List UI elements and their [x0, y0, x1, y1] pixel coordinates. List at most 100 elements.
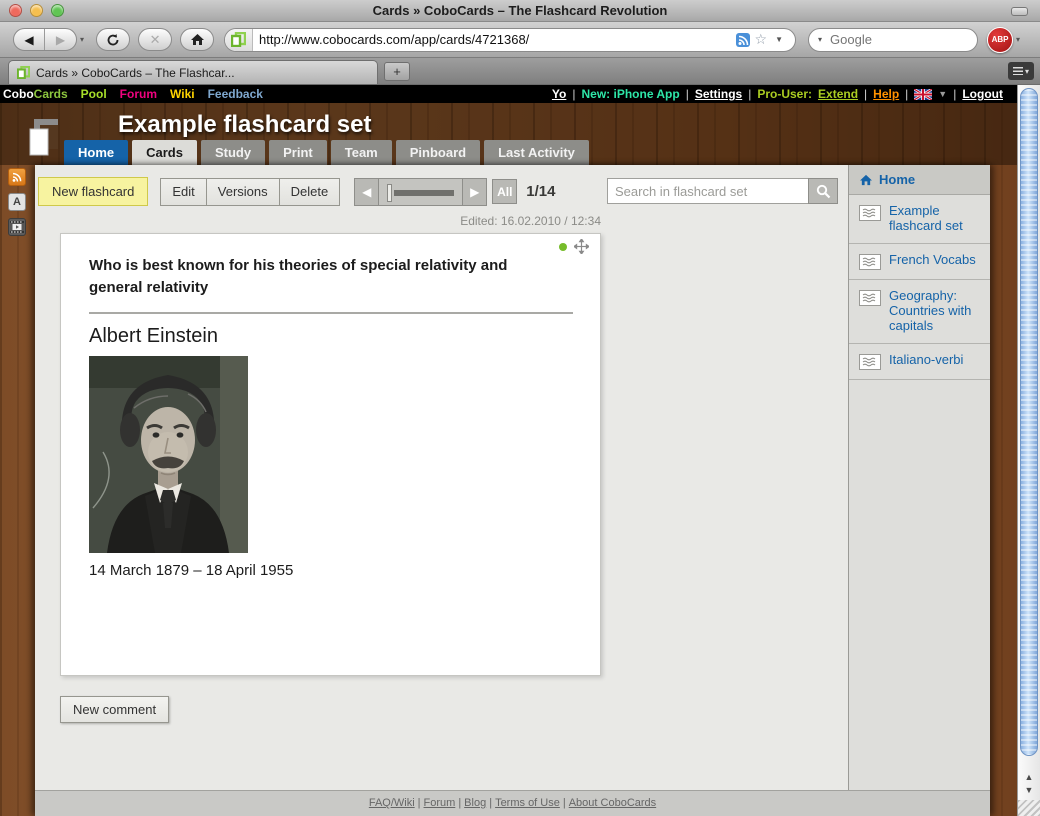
tab-last-activity[interactable]: Last Activity — [484, 140, 589, 165]
tab-home[interactable]: Home — [64, 140, 128, 165]
settings-link[interactable]: Settings — [695, 87, 742, 101]
footer-link-faq-wiki[interactable]: FAQ/Wiki — [369, 797, 415, 809]
sidebar-item-example-set[interactable]: Example flashcard set — [849, 195, 990, 244]
extend-link[interactable]: Extend — [818, 87, 858, 101]
home-icon — [190, 33, 205, 46]
card-position-slider[interactable] — [379, 178, 462, 206]
tab-team[interactable]: Team — [331, 140, 392, 165]
page-content: New flashcard Edit Versions Delete ◀ ▶ A… — [35, 165, 990, 816]
iphone-app-link[interactable]: New: iPhone App — [582, 87, 680, 101]
scrollbar-thumb[interactable] — [1020, 88, 1038, 756]
tab-list-caret: ▾ — [1025, 67, 1029, 76]
language-caret[interactable]: ▼ — [938, 89, 947, 99]
pro-user-label: Pro-User: — [757, 87, 812, 101]
sidebar-item-label: Example flashcard set — [889, 204, 986, 234]
logout-link[interactable]: Logout — [962, 87, 1003, 101]
separator: | — [563, 797, 566, 809]
history-dropdown-caret[interactable]: ▾ — [80, 35, 84, 44]
search-engine-caret[interactable]: ▾ — [818, 35, 822, 44]
topnav-right: Yo | New: iPhone App | Settings | Pro-Us… — [552, 87, 1003, 101]
new-tab-button[interactable]: + — [384, 62, 410, 81]
new-comment-button[interactable]: New comment — [60, 696, 169, 723]
site-identity-box[interactable] — [225, 29, 253, 51]
window-title: Cards » CoboCards – The Flashcard Revolu… — [0, 3, 1040, 18]
browser-tabstrip: Cards » CoboCards – The Flashcar... + ▾ — [0, 58, 1040, 85]
tab-study[interactable]: Study — [201, 140, 265, 165]
next-card-button[interactable]: ▶ — [462, 178, 487, 206]
tab-pinboard[interactable]: Pinboard — [396, 140, 480, 165]
video-icon[interactable] — [8, 218, 26, 236]
list-all-tabs-button[interactable]: ▾ — [1008, 62, 1034, 80]
edited-timestamp: Edited: 16.02.2010 / 12:34 — [60, 214, 601, 228]
footer-link-blog[interactable]: Blog — [464, 797, 486, 809]
forward-button[interactable]: ▶ — [45, 29, 76, 50]
uk-flag-icon[interactable] — [914, 89, 932, 100]
back-button[interactable]: ◀ — [14, 29, 45, 50]
question-divider — [89, 312, 573, 314]
stop-button[interactable]: ✕ — [138, 28, 172, 51]
edit-button[interactable]: Edit — [160, 178, 206, 206]
footer-link-terms[interactable]: Terms of Use — [495, 797, 560, 809]
separator: | — [686, 87, 689, 101]
nav-wiki-link[interactable]: Wiki — [170, 87, 195, 101]
text-size-icon[interactable]: A — [8, 193, 26, 211]
rss-waves-icon — [11, 171, 23, 183]
reload-button[interactable] — [96, 28, 130, 51]
nav-feedback-link[interactable]: Feedback — [208, 87, 263, 101]
sidebar-item-geography[interactable]: Geography: Countries with capitals — [849, 280, 990, 344]
card-counter: 1/14 — [526, 183, 555, 200]
previous-card-button[interactable]: ◀ — [354, 178, 379, 206]
abp-caret[interactable]: ▾ — [1016, 35, 1020, 44]
new-flashcard-button[interactable]: New flashcard — [38, 177, 148, 206]
user-link[interactable]: Yo — [552, 87, 566, 101]
card-pager: ◀ ▶ All 1/14 — [354, 178, 555, 206]
sidebar-home-link[interactable]: Home — [849, 165, 990, 195]
sets-sidebar: Home Example flashcard set French Vocabs — [848, 165, 990, 790]
sidebar-item-italiano-verbi[interactable]: Italiano-verbi — [849, 344, 990, 380]
brand-link[interactable]: CoboCards — [3, 87, 68, 101]
browser-search-box: ▾ — [808, 28, 978, 52]
flashcard-set-icon — [859, 205, 881, 221]
tab-cards[interactable]: Cards — [132, 140, 197, 165]
flashcard-toolbar: New flashcard Edit Versions Delete ◀ ▶ A… — [35, 165, 848, 207]
rss-feed-icon[interactable] — [736, 33, 750, 47]
window-resize-grip[interactable] — [1018, 800, 1040, 816]
cobocards-favicon — [231, 32, 246, 47]
sidebar-item-french-vocabs[interactable]: French Vocabs — [849, 244, 990, 280]
help-link[interactable]: Help — [873, 87, 899, 101]
url-input[interactable] — [253, 32, 736, 47]
adblock-plus-button[interactable]: ABP — [987, 27, 1013, 53]
show-all-button[interactable]: All — [492, 179, 517, 204]
main-panel: New flashcard Edit Versions Delete ◀ ▶ A… — [35, 165, 848, 790]
footer-link-forum[interactable]: Forum — [424, 797, 456, 809]
browser-toolbar: ◀ ▶ ▾ ✕ — [0, 22, 1040, 58]
set-search-button[interactable] — [808, 178, 838, 204]
browser-search-input[interactable] — [826, 32, 1010, 47]
separator: | — [905, 87, 908, 101]
nav-pool-link[interactable]: Pool — [81, 87, 107, 101]
set-search-box — [607, 178, 838, 204]
delete-button[interactable]: Delete — [280, 178, 341, 206]
browser-tab-active[interactable]: Cards » CoboCards – The Flashcar... — [8, 60, 378, 84]
move-card-icon[interactable] — [574, 239, 589, 254]
scroll-down-button[interactable]: ▼ — [1025, 785, 1034, 795]
window-titlebar: Cards » CoboCards – The Flashcard Revolu… — [0, 0, 1040, 22]
separator: | — [458, 797, 461, 809]
home-button[interactable] — [180, 28, 214, 51]
separator: | — [748, 87, 751, 101]
bookmark-star-icon[interactable]: ☆ — [755, 31, 768, 48]
tab-print[interactable]: Print — [269, 140, 327, 165]
rss-icon[interactable] — [8, 168, 26, 186]
toolbar-collapse-widget[interactable] — [1011, 7, 1028, 16]
vertical-scrollbar[interactable]: ▲ ▼ — [1017, 85, 1040, 816]
footer-link-about[interactable]: About CoboCards — [569, 797, 656, 809]
url-dropdown-caret[interactable]: ▼ — [775, 35, 783, 44]
slider-handle[interactable] — [387, 184, 392, 202]
scroll-up-button[interactable]: ▲ — [1025, 772, 1034, 782]
versions-button[interactable]: Versions — [207, 178, 280, 206]
flashcard-set-icon — [859, 290, 881, 306]
set-search-input[interactable] — [607, 178, 808, 204]
reload-icon — [106, 33, 120, 47]
nav-forum-link[interactable]: Forum — [120, 87, 157, 101]
status-dot — [559, 243, 567, 251]
